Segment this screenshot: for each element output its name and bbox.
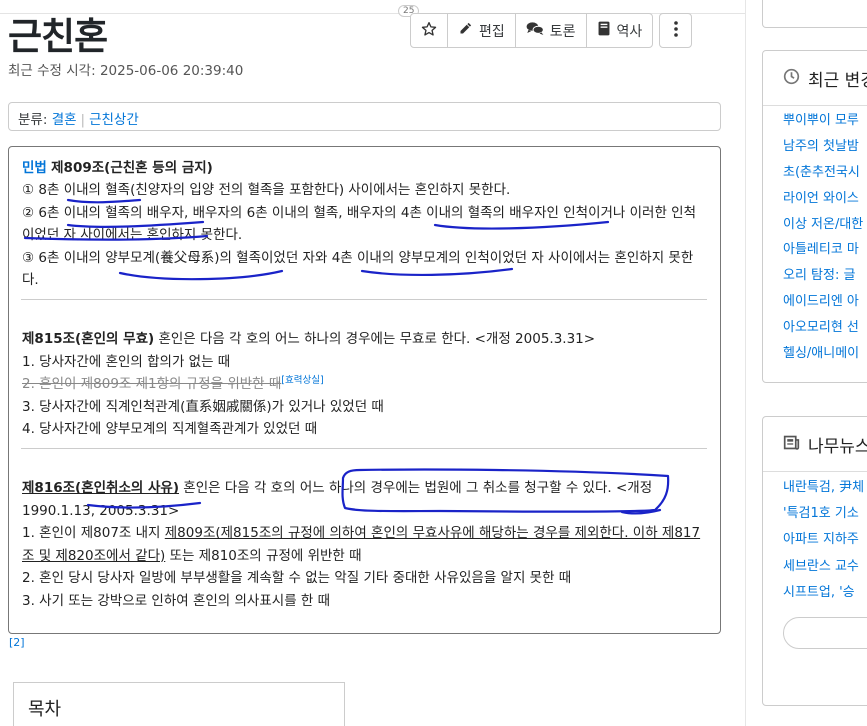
- namu-news-header[interactable]: 나무뉴스: [763, 417, 867, 472]
- category-separator: |: [80, 112, 86, 128]
- category-box: 분류: 결혼 | 근친상간: [8, 102, 721, 131]
- more-options-button[interactable]: [659, 13, 693, 48]
- list-item[interactable]: 에이드리엔 아: [783, 287, 867, 313]
- history-label: 역사: [616, 23, 643, 40]
- article-816-item-3: 3. 사기 또는 강박으로 인하여 혼인의 의사표시를 한 때: [22, 592, 331, 609]
- article-809-clause-1: ① 8촌 이내의 혈족(친양자의 입양 전의 혈족을 포함한다) 사이에서는 혼…: [22, 182, 511, 199]
- chat-bubbles-icon: [526, 21, 544, 40]
- toolbar-button-group: 편집 토론 역사: [410, 13, 654, 48]
- recent-changes-title: 최근 변경: [808, 70, 867, 91]
- list-item[interactable]: 남주의 첫날밤: [783, 132, 867, 158]
- list-item[interactable]: 세브란스 교수: [783, 551, 867, 577]
- recent-changes-header[interactable]: 최근 변경: [763, 51, 867, 106]
- namu-news-list: 내란특검, 尹체 '특검1호 기소 아파트 지하주 세브란스 교수 시프트업, …: [763, 472, 867, 604]
- civil-law-link[interactable]: 민법: [22, 160, 47, 176]
- article-815-intro: 혼인은 다음 각 호의 어느 하나의 경우에는 무효로 한다. <개정 2005…: [154, 331, 596, 348]
- star-button[interactable]: [411, 14, 448, 47]
- article-815-title: 제815조(혼인의 무효): [22, 331, 155, 348]
- list-item[interactable]: 아오모리현 선: [783, 312, 867, 338]
- edit-label: 편집: [479, 23, 505, 40]
- news-icon: [783, 434, 800, 455]
- article-815-item-3: 3. 당사자간에 직계인척관계(直系姻戚關係)가 있거나 있었던 때: [22, 398, 384, 415]
- footnote-link[interactable]: [2]: [9, 636, 25, 649]
- right-column-divider: [745, 0, 746, 726]
- article-815-item-2-repealed: 2. 혼인이 제809조 제1항의 규정을 위반한 때: [22, 376, 282, 393]
- article-815-item-4: 4. 당사자간에 양부모계의 직계혈족관계가 있었던 때: [22, 421, 318, 438]
- article-809-title: 제809조(근친혼 등의 금지): [51, 160, 213, 176]
- star-outline-icon: [421, 21, 437, 41]
- edit-button[interactable]: 편집: [448, 14, 516, 47]
- article-toolbar: 편집 토론 역사: [410, 13, 693, 48]
- divider: [21, 448, 707, 450]
- sidebar-top-fragment: · ·: [783, 0, 794, 6]
- list-item[interactable]: '특검1호 기소: [783, 498, 867, 524]
- list-item[interactable]: 아틀레티코 마: [783, 235, 867, 261]
- article-816-item-1: 1. 혼인이 제807조 내지 제809조(제815조의 규정에 의하여 혼인의…: [22, 525, 701, 564]
- discuss-label: 토론: [549, 23, 576, 40]
- recent-changes-panel: 최근 변경 뿌이뿌이 모루 남주의 첫날밤 초(춘추전국시 라이언 와이스 이상…: [762, 50, 867, 383]
- page-title: 근친혼: [8, 15, 108, 58]
- edit-icon: [458, 21, 473, 40]
- list-item[interactable]: 오리 탐정: 글: [783, 261, 867, 287]
- list-item[interactable]: 라이언 와이스: [783, 183, 867, 209]
- article-815-item-1: 1. 당사자간에 혼인의 합의가 없는 때: [22, 353, 231, 370]
- article-816-item-2: 2. 혼인 당시 당사자 일방에 부부생활을 계속할 수 없는 악질 기타 중대…: [22, 570, 572, 587]
- history-button[interactable]: 역사: [587, 14, 653, 47]
- list-item[interactable]: 시프트업, '승: [783, 578, 867, 604]
- namu-news-panel: 나무뉴스 내란특검, 尹체 '특검1호 기소 아파트 지하주 세브란스 교수 시…: [762, 416, 867, 706]
- book-icon: [597, 21, 611, 40]
- namu-news-title: 나무뉴스: [808, 436, 867, 457]
- list-item[interactable]: 내란특검, 尹체: [783, 472, 867, 498]
- category-label: 분류: [18, 112, 43, 128]
- law-quote-box: 민법 제809조(근친혼 등의 금지) ① 8촌 이내의 혈족(친양자의 입양 …: [8, 146, 721, 634]
- clock-icon: [783, 68, 800, 89]
- article-816-title: 제816조(혼인취소의 사유): [22, 480, 179, 497]
- toc-title: 목차: [28, 699, 62, 720]
- news-search-input[interactable]: [783, 617, 867, 649]
- list-item[interactable]: 이상 저온/대한: [783, 209, 867, 235]
- vertical-dots-icon: [673, 20, 678, 41]
- category-link-marriage[interactable]: 결혼: [52, 112, 77, 128]
- article-809-clause-3: ③ 6촌 이내의 양부모계(養父母系)의 혈족이었던 자와 4촌 이내의 양부모…: [22, 249, 694, 289]
- top-cropped-strip: [0, 0, 745, 14]
- list-item[interactable]: 아파트 지하주: [783, 525, 867, 551]
- discuss-button[interactable]: 토론: [516, 14, 587, 47]
- list-item[interactable]: 헬싱/애니메이: [783, 338, 867, 364]
- last-modified-time: 최근 수정 시각: 2025-06-06 20:39:40: [8, 63, 244, 79]
- table-of-contents: 목차: [13, 682, 345, 726]
- list-item[interactable]: 초(춘추전국시: [783, 158, 867, 184]
- list-item[interactable]: 뿌이뿌이 모루: [783, 106, 867, 132]
- recent-changes-list: 뿌이뿌이 모루 남주의 첫날밤 초(춘추전국시 라이언 와이스 이상 저온/대한…: [763, 106, 867, 364]
- category-link-incest[interactable]: 근친상간: [89, 112, 139, 128]
- divider: [21, 299, 707, 301]
- article-809-clause-2: ② 6촌 이내의 혈족의 배우자, 배우자의 6촌 이내의 혈족, 배우자의 4…: [22, 204, 697, 244]
- sidebar-top-panel: · ·: [762, 0, 867, 28]
- repealed-footnote-link[interactable]: [효력상실]: [281, 375, 323, 386]
